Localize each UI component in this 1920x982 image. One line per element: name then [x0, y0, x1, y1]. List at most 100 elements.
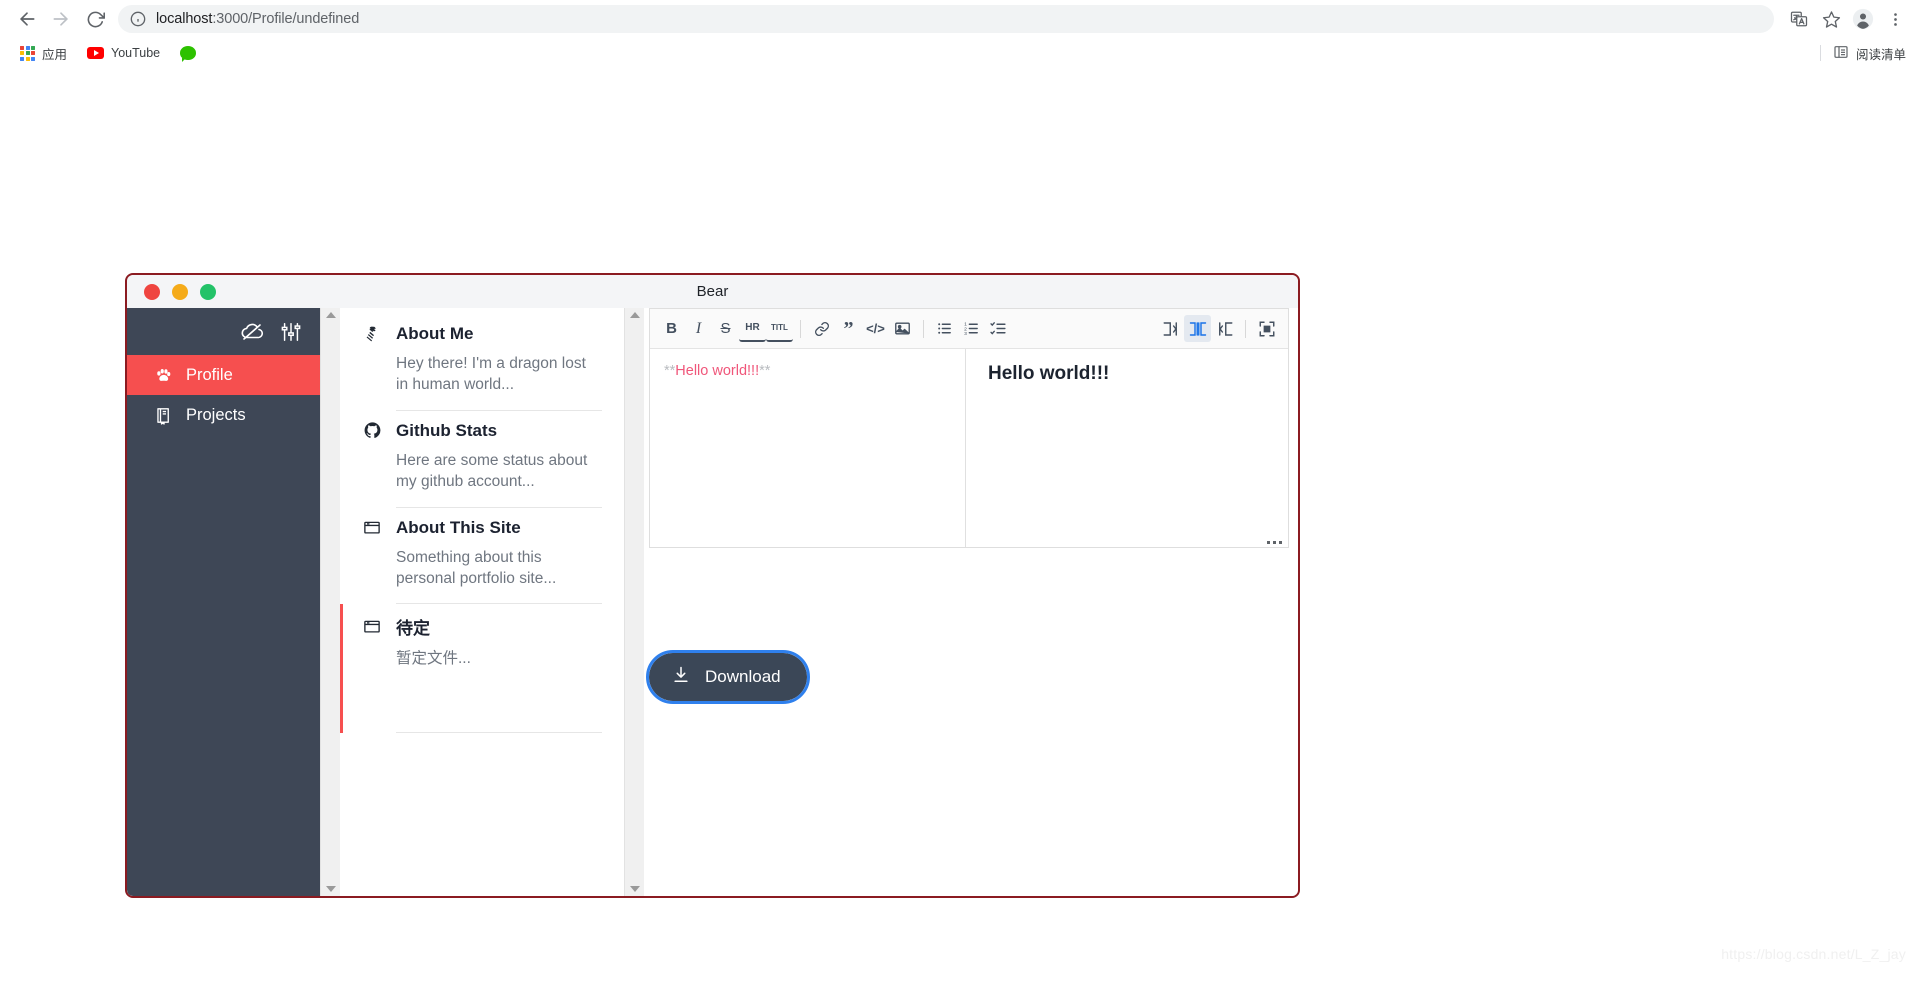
maximize-window-button[interactable]	[200, 283, 216, 300]
image-button[interactable]	[889, 315, 916, 342]
note-snippet: Hey there! I'm a dragon lost in human wo…	[396, 355, 586, 394]
bear-app-window: Bear Profile Projects About Me Hey there…	[125, 273, 1300, 898]
wechat-icon	[180, 46, 197, 62]
url-host: localhost	[156, 11, 213, 27]
watermark: https://blog.csdn.net/L_Z_jay	[1721, 946, 1906, 962]
address-bar-url: localhost:3000/Profile/undefined	[156, 11, 359, 27]
note-title: 待定	[396, 619, 430, 639]
note-item-github-stats[interactable]: Github Stats Here are some status about …	[340, 411, 624, 508]
app-title: Bear	[696, 283, 729, 300]
preview-heading: Hello world!!!	[988, 363, 1110, 384]
download-icon	[671, 665, 691, 690]
site-info-icon[interactable]	[130, 11, 146, 27]
view-split-button[interactable]	[1184, 315, 1211, 342]
sidebar-item-profile-label: Profile	[186, 365, 233, 384]
bookmark-apps-label: 应用	[42, 47, 68, 62]
svg-text:3: 3	[964, 331, 967, 337]
reload-button[interactable]	[78, 2, 112, 36]
app-body: Profile Projects About Me Hey there! I'm…	[127, 308, 1298, 896]
strikethrough-button[interactable]: S	[712, 315, 739, 342]
sliders-settings-icon[interactable]	[280, 321, 302, 343]
note-divider	[396, 731, 602, 733]
horizontal-rule-button[interactable]: HR	[739, 315, 766, 342]
title-button[interactable]: TITL	[766, 315, 793, 342]
account-avatar-icon[interactable]	[1848, 4, 1878, 34]
notes-list-scrollbar[interactable]	[320, 308, 340, 896]
note-header: Github Stats	[362, 421, 602, 441]
view-write-only-button[interactable]	[1157, 315, 1184, 342]
scroll-up-arrow-icon[interactable]	[629, 312, 640, 318]
back-button[interactable]	[10, 2, 44, 36]
window-icon	[362, 617, 382, 637]
reading-list-label: 阅读清单	[1855, 47, 1906, 62]
notes-list: About Me Hey there! I'm a dragon lost in…	[340, 308, 624, 896]
scroll-up-arrow-icon[interactable]	[325, 312, 336, 318]
download-button-label: Download	[705, 667, 781, 686]
task-list-button[interactable]	[985, 315, 1012, 342]
bookmark-youtube[interactable]: YouTube	[79, 41, 168, 65]
resize-handle[interactable]	[1267, 541, 1282, 544]
markdown-suffix: **	[759, 363, 771, 379]
cloud-off-icon[interactable]	[240, 320, 264, 344]
note-item-about-me[interactable]: About Me Hey there! I'm a dragon lost in…	[340, 314, 624, 411]
three-dot-menu-icon[interactable]	[1880, 4, 1910, 34]
sidebar-item-projects[interactable]: Projects	[127, 395, 320, 435]
markdown-preview-pane: Hello world!!!	[966, 349, 1288, 547]
toolbar-divider	[800, 319, 801, 338]
bookmarks-divider	[1819, 45, 1821, 61]
window-icon	[362, 518, 382, 538]
browser-toolbar: localhost:3000/Profile/undefined	[0, 0, 1920, 38]
download-button[interactable]: Download	[646, 650, 810, 704]
note-snippet: 暂定文件...	[396, 650, 471, 668]
note-title: Github Stats	[396, 420, 498, 440]
toolbar-divider	[1245, 319, 1246, 338]
toolbar-divider	[923, 319, 924, 338]
bold-button[interactable]: B	[658, 315, 685, 342]
quote-button[interactable]: ”	[835, 315, 862, 342]
forward-button[interactable]	[44, 2, 78, 36]
translate-icon[interactable]	[1784, 4, 1814, 34]
close-window-button[interactable]	[144, 283, 160, 300]
fullscreen-button[interactable]	[1253, 315, 1280, 342]
markdown-source-text: Hello world!!!	[675, 363, 760, 379]
view-preview-only-button[interactable]	[1211, 315, 1238, 342]
note-item-daiding[interactable]: 待定 暂定文件...	[340, 604, 624, 734]
note-header: About This Site	[362, 518, 602, 538]
link-button[interactable]	[808, 315, 835, 342]
github-icon	[362, 421, 382, 441]
unordered-list-button[interactable]	[931, 315, 958, 342]
italic-button[interactable]: I	[685, 315, 712, 342]
note-item-about-this-site[interactable]: About This Site Something about this per…	[340, 508, 624, 605]
browser-chrome: localhost:3000/Profile/undefined 应用 YouT…	[0, 0, 1920, 68]
apps-grid-icon	[20, 45, 35, 61]
markdown-source-input[interactable]: **Hello world!!!**	[650, 349, 966, 547]
markdown-prefix: **	[664, 363, 676, 379]
window-controls	[127, 283, 216, 300]
note-header: 待定	[362, 614, 602, 639]
editor-panes: **Hello world!!!** Hello world!!!	[650, 349, 1288, 547]
minimize-window-button[interactable]	[172, 283, 188, 300]
book-icon	[153, 405, 173, 425]
code-button[interactable]: </>	[862, 315, 889, 342]
reading-list-button[interactable]: 阅读清单	[1819, 44, 1906, 63]
note-title: About This Site	[396, 517, 521, 537]
address-bar[interactable]: localhost:3000/Profile/undefined	[118, 5, 1774, 33]
note-snippet: Something about this personal portfolio …	[396, 548, 557, 587]
ordered-list-button[interactable]: 1 2 3	[958, 315, 985, 342]
sidebar: Profile Projects	[127, 308, 320, 896]
scroll-down-arrow-icon[interactable]	[325, 886, 336, 892]
bookmark-apps[interactable]: 应用	[12, 41, 75, 65]
youtube-icon	[87, 47, 105, 59]
reading-list-icon	[1833, 44, 1849, 63]
editor-area: B I S HR TITL ” </> 1 2 3 **Hello world!…	[644, 308, 1298, 896]
scroll-down-arrow-icon[interactable]	[629, 886, 640, 892]
star-icon[interactable]	[1816, 4, 1846, 34]
app-titlebar: Bear	[127, 275, 1298, 308]
markdown-editor: B I S HR TITL ” </> 1 2 3 **Hello world!…	[649, 308, 1289, 548]
url-path: :3000/Profile/undefined	[212, 11, 360, 27]
editor-scrollbar[interactable]	[624, 308, 644, 896]
note-header: About Me	[362, 324, 602, 344]
sidebar-item-profile[interactable]: Profile	[127, 355, 320, 395]
page-content: Bear Profile Projects About Me Hey there…	[0, 68, 1920, 972]
bookmark-wechat[interactable]	[172, 41, 211, 65]
